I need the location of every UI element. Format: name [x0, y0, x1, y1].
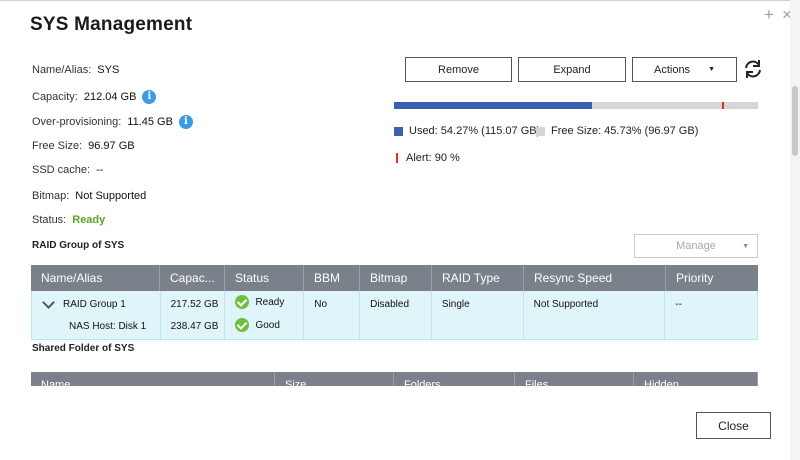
dialog-footer — [0, 386, 790, 460]
sys-management-dialog: SYS Management + × Name/Alias: SYS Capac… — [0, 0, 800, 460]
chevron-down-icon: ▼ — [742, 242, 749, 250]
used-legend-text: Used: 54.27% (115.07 GB) — [409, 125, 541, 137]
col-folders[interactable]: Folders — [394, 372, 515, 386]
raid-group-capacity: 217.52 GB — [170, 299, 219, 310]
col-capacity[interactable]: Capac... — [160, 265, 225, 291]
shared-folder-table-header: Name Size Folders Files Hidden — [31, 372, 758, 386]
col-files[interactable]: Files — [515, 372, 634, 386]
col-status[interactable]: Status — [225, 265, 304, 291]
alert-legend: Alert: 90 % — [396, 152, 460, 164]
free-size-row: Free Size: 96.97 GB — [32, 140, 135, 152]
raid-group-type: Single — [441, 299, 470, 310]
scrollbar-thumb[interactable] — [792, 86, 798, 156]
cell-raid-type: Single — [432, 291, 524, 339]
usage-bar — [394, 102, 758, 109]
used-swatch — [394, 126, 403, 136]
col-size[interactable]: Size — [275, 372, 394, 386]
dialog-title: SYS Management — [30, 14, 193, 35]
col-priority[interactable]: Priority — [666, 265, 758, 291]
free-size-label: Free Size: — [32, 140, 83, 152]
overprovisioning-row: Over-provisioning: 11.45 GB i — [32, 115, 193, 129]
col-name[interactable]: Name — [31, 372, 275, 386]
used-legend: Used: 54.27% (115.07 GB) — [394, 125, 540, 137]
raid-section-label: RAID Group of SYS — [32, 240, 125, 251]
maximize-icon[interactable]: + — [764, 6, 774, 23]
usage-alert-marker — [721, 102, 724, 109]
check-icon — [235, 295, 250, 309]
name-alias-value: SYS — [97, 64, 120, 76]
free-swatch — [536, 126, 545, 136]
name-alias-label: Name/Alias: — [32, 64, 92, 76]
col-hidden[interactable]: Hidden — [634, 372, 758, 386]
remove-button[interactable]: Remove — [405, 57, 512, 82]
scrollbar-track[interactable] — [790, 0, 800, 460]
cell-priority: -- — [665, 291, 757, 339]
capacity-row: Capacity: 212.04 GB i — [32, 90, 157, 104]
ssd-cache-label: SSD cache: — [32, 164, 91, 176]
capacity-label: Capacity: — [32, 91, 78, 103]
col-resync-speed[interactable]: Resync Speed — [524, 265, 666, 291]
chevron-down-icon[interactable] — [42, 296, 55, 309]
bitmap-row: Bitmap: Not Supported — [32, 190, 146, 202]
info-icon[interactable]: i — [142, 90, 157, 104]
alert-marker-icon — [396, 153, 398, 163]
check-icon — [235, 318, 250, 332]
raid-group-resync: Not Supported — [533, 299, 599, 310]
cell-bbm: No — [304, 291, 361, 339]
raid-group-bitmap: Disabled — [370, 299, 410, 310]
free-size-value: 96.97 GB — [88, 140, 135, 152]
alert-legend-text: Alert: 90 % — [406, 152, 460, 164]
col-raid-type[interactable]: RAID Type — [432, 265, 524, 291]
cell-resync-speed: Not Supported — [524, 291, 666, 339]
status-label: Status: — [32, 214, 67, 226]
disk-name: NAS Host: Disk 1 — [69, 321, 147, 332]
info-icon[interactable]: i — [178, 115, 193, 129]
col-bitmap[interactable]: Bitmap — [360, 265, 432, 291]
free-legend-text: Free Size: 45.73% (96.97 GB) — [551, 125, 699, 137]
refresh-icon[interactable] — [742, 58, 764, 80]
cell-capacity: 217.52 GB 238.47 GB — [161, 291, 226, 339]
shared-section-label: Shared Folder of SYS — [32, 343, 135, 354]
free-legend: Free Size: 45.73% (96.97 GB) — [536, 125, 698, 137]
name-alias-row: Name/Alias: SYS — [32, 64, 119, 76]
raid-group-priority: -- — [675, 299, 682, 310]
cell-bitmap: Disabled — [360, 291, 432, 339]
col-name-alias[interactable]: Name/Alias — [31, 265, 160, 291]
actions-label: Actions — [653, 63, 691, 76]
status-row: Status: Ready — [32, 214, 105, 226]
top-border — [0, 0, 800, 1]
col-bbm[interactable]: BBM — [304, 265, 360, 291]
status-value: Ready — [72, 214, 106, 226]
manage-label: Manage — [676, 240, 716, 252]
cell-status: Ready Good — [225, 291, 305, 339]
ssd-cache-value: -- — [96, 164, 104, 176]
expand-button[interactable]: Expand — [518, 57, 626, 82]
usage-used-fill — [394, 102, 592, 109]
overprovisioning-label: Over-provisioning: — [32, 116, 122, 128]
close-button[interactable]: Close — [696, 412, 771, 439]
manage-dropdown[interactable]: Manage ▼ — [634, 234, 758, 258]
raid-table-header: Name/Alias Capac... Status BBM Bitmap RA… — [31, 265, 758, 291]
bitmap-value: Not Supported — [75, 190, 147, 202]
raid-group-table: Name/Alias Capac... Status BBM Bitmap RA… — [31, 265, 758, 340]
disk-status: Good — [255, 319, 280, 331]
ssd-cache-row: SSD cache: -- — [32, 164, 103, 176]
overprovisioning-value: 11.45 GB — [127, 116, 173, 128]
capacity-value: 212.04 GB — [83, 91, 137, 103]
table-row[interactable]: RAID Group 1 NAS Host: Disk 1 217.52 GB … — [31, 291, 758, 340]
disk-capacity: 238.47 GB — [170, 321, 219, 332]
cell-name: RAID Group 1 NAS Host: Disk 1 — [32, 291, 161, 339]
raid-group-status: Ready — [255, 296, 285, 308]
chevron-down-icon: ▼ — [708, 66, 715, 73]
bitmap-label: Bitmap: — [32, 190, 70, 202]
raid-group-bbm: No — [314, 299, 328, 310]
raid-group-name: RAID Group 1 — [63, 299, 126, 310]
actions-dropdown[interactable]: Actions ▼ — [632, 57, 737, 82]
